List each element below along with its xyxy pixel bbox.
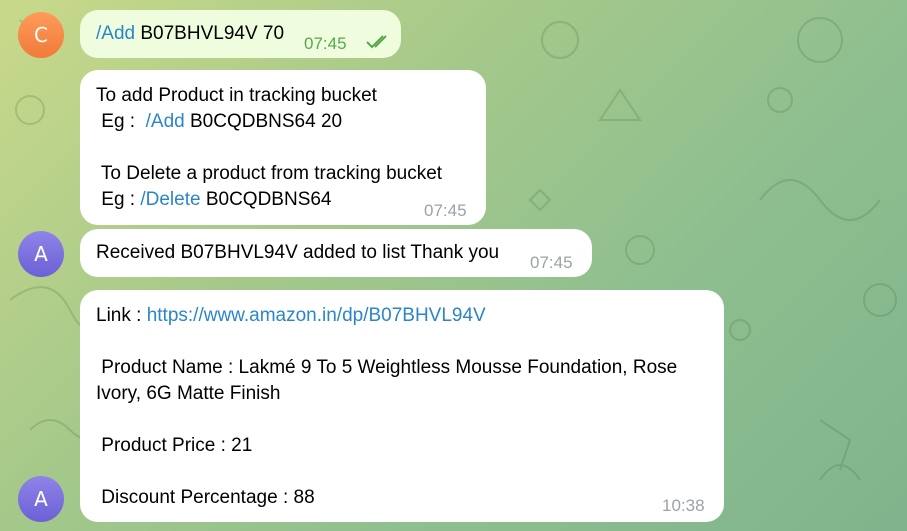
message-text: /Add B07BHVL94V 70 <box>96 23 285 44</box>
message-bubble-outgoing[interactable]: /Add B07BHVL94V 70 07:45 <box>80 10 401 58</box>
command-link-add[interactable]: /Add <box>146 111 185 132</box>
message-time: 07:45 <box>424 201 467 220</box>
message-line <box>96 407 724 433</box>
message-line: To Delete a product from tracking bucket <box>96 163 443 184</box>
message-bubble-incoming[interactable]: Received B07BHVL94V added to list Thank … <box>80 229 592 277</box>
message-line: Product Price : 21 <box>96 435 253 456</box>
double-check-icon <box>366 35 387 49</box>
message-line <box>96 135 486 161</box>
message-line <box>96 459 724 485</box>
product-link[interactable]: https://www.amazon.in/dp/B07BHVL94V <box>147 305 486 326</box>
message-line: Eg : /Add B0CQDBNS64 20 <box>96 111 343 132</box>
message-line: To add Product in tracking bucket <box>96 85 377 106</box>
message-time: 07:45 <box>530 253 573 272</box>
command-link-delete[interactable]: /Delete <box>140 189 200 210</box>
avatar[interactable]: A <box>18 476 64 522</box>
message-line: Product Name : Lakmé 9 To 5 Weightless M… <box>96 357 678 378</box>
message-line: Link : https://www.amazon.in/dp/B07BHVL9… <box>96 305 486 326</box>
message-bubble-incoming[interactable]: Link : https://www.amazon.in/dp/B07BHVL9… <box>80 290 724 522</box>
message-bubble-incoming[interactable]: To add Product in tracking bucket Eg : /… <box>80 70 486 225</box>
message-line: Ivory, 6G Matte Finish <box>96 383 281 404</box>
message-line: Discount Percentage : 88 <box>96 487 315 508</box>
message-line <box>96 329 724 355</box>
avatar[interactable]: C <box>18 12 64 58</box>
command-link-add[interactable]: /Add <box>96 23 135 44</box>
avatar[interactable]: A <box>18 231 64 277</box>
message-time: 07:45 <box>304 34 347 53</box>
message-text: Received B07BHVL94V added to list Thank … <box>96 242 500 263</box>
message-time: 10:38 <box>662 496 705 515</box>
